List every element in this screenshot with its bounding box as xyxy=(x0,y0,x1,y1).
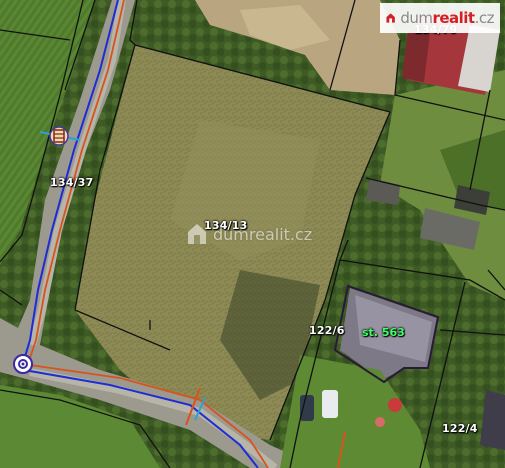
parcel-label-road[interactable]: 134/37 xyxy=(50,176,94,189)
house-logo-icon xyxy=(188,224,206,244)
parcel-label-bottom-right[interactable]: 122/4 xyxy=(442,422,478,435)
utility-cabinet-icon[interactable] xyxy=(48,125,70,147)
logo-part-cz: .cz xyxy=(474,9,495,27)
cadastral-map[interactable]: 134/37 134/13 134/79 122/6 122/4 st. 563… xyxy=(0,0,505,468)
house-logo-icon xyxy=(386,13,395,23)
logo-part-realit: realit xyxy=(432,9,475,27)
watermark: dumrealit.cz xyxy=(186,222,312,246)
logo-part-dum: dum xyxy=(400,9,433,27)
building-label[interactable]: st. 563 xyxy=(362,326,405,339)
survey-point-icon[interactable] xyxy=(12,353,34,375)
site-logo[interactable]: dumrealit.cz xyxy=(380,3,500,33)
watermark-text: dumrealit.cz xyxy=(213,224,313,244)
parcel-label-right-mid[interactable]: 122/6 xyxy=(309,324,345,337)
logo-text: dumrealit.cz xyxy=(400,9,494,27)
